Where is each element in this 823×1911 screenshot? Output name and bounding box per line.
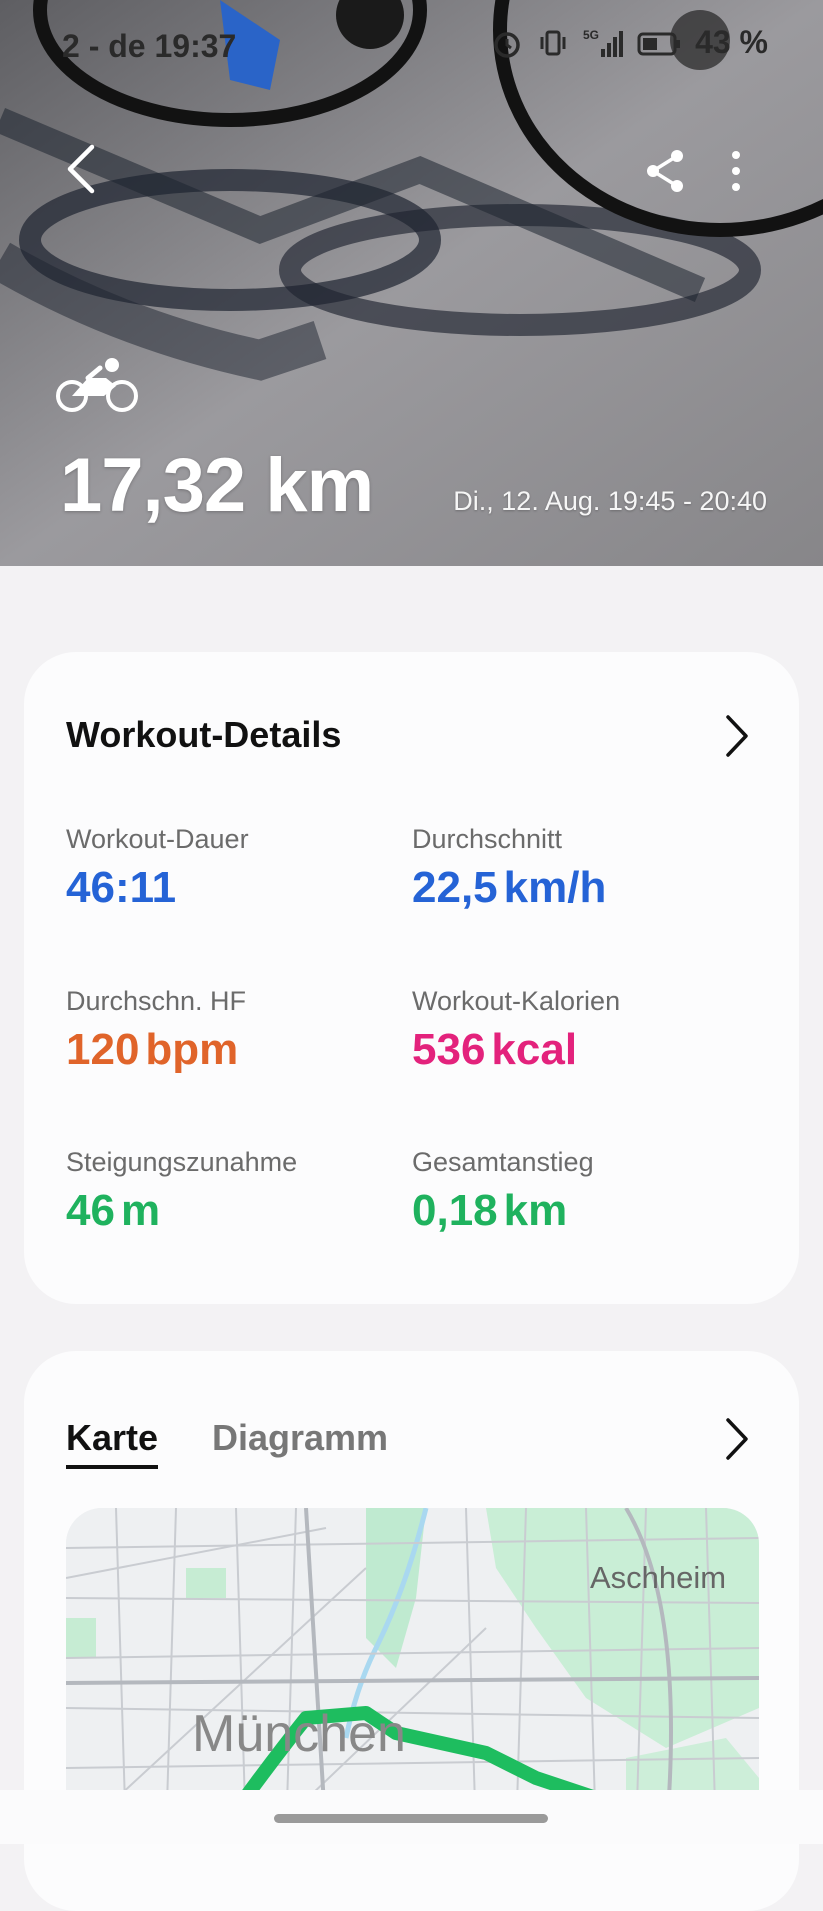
metric-number: 46:11	[66, 863, 177, 912]
map-label-aschheim: Aschheim	[590, 1560, 727, 1595]
chevron-right-icon[interactable]	[725, 1417, 749, 1461]
workout-details-title: Workout-Details	[66, 714, 342, 755]
metric-value: 46:11	[66, 863, 249, 913]
metric-unit: m	[120, 1186, 161, 1235]
cycling-icon	[56, 358, 138, 412]
metric-unit: km	[503, 1186, 568, 1235]
metric-number: 536	[412, 1025, 486, 1074]
metric-total-ascent: Gesamtanstieg 0,18 km	[412, 1147, 594, 1236]
metric-number: 22,5	[412, 863, 498, 912]
more-options-icon[interactable]	[726, 148, 746, 194]
svg-text:5G: 5G	[583, 28, 599, 42]
metric-label: Durchschnitt	[412, 824, 563, 854]
metric-unit: kcal	[491, 1025, 578, 1074]
metric-value: 22,5 km/h	[412, 863, 606, 913]
metric-calories: Workout-Kalorien 536 kcal	[412, 986, 620, 1075]
map-label-munich: München	[192, 1705, 406, 1763]
metric-value: 120 bpm	[66, 1025, 246, 1075]
metric-value: 46 m	[66, 1186, 297, 1236]
metric-duration: Workout-Dauer 46:11	[66, 824, 249, 913]
metric-heart-rate: Durchschn. HF 120 bpm	[66, 986, 246, 1075]
distance-value: 17,32 km	[60, 443, 374, 528]
hero-banner: 2 - de 19:37 5G 43 % 17,32 km Di., 12. A…	[0, 0, 823, 566]
metric-number: 0,18	[412, 1186, 498, 1235]
tab-chart[interactable]: Diagramm	[212, 1417, 388, 1459]
metric-number: 120	[66, 1025, 140, 1074]
battery-percent: 43 %	[695, 24, 768, 60]
map-tiles	[66, 1508, 759, 1838]
metric-average-speed: Durchschnitt 22,5 km/h	[412, 824, 606, 913]
share-icon[interactable]	[644, 148, 686, 194]
metric-label: Gesamtanstieg	[412, 1147, 594, 1177]
metric-label: Workout-Dauer	[66, 824, 249, 854]
metric-label: Durchschn. HF	[66, 986, 247, 1016]
metric-value: 0,18 km	[412, 1186, 594, 1236]
workout-datetime: Di., 12. Aug. 19:45 - 20:40	[453, 486, 767, 516]
metric-label: Workout-Kalorien	[412, 986, 621, 1016]
home-gesture-handle[interactable]	[274, 1814, 548, 1823]
status-bar: 2 - de 19:37 5G 43 %	[0, 0, 823, 90]
vibrate-icon	[540, 30, 566, 55]
metric-value: 536 kcal	[412, 1025, 620, 1075]
metric-elevation-gain: Steigungszunahme 46 m	[66, 1147, 297, 1236]
metric-unit: bpm	[145, 1025, 239, 1074]
workout-details-card[interactable]: Workout-Details Workout-Dauer 46:11 Durc…	[24, 652, 799, 1304]
signal-5g-icon: 5G	[583, 28, 624, 57]
route-map[interactable]: Aschheim München	[66, 1508, 759, 1838]
metric-number: 46	[66, 1186, 115, 1235]
battery-icon	[637, 32, 681, 55]
metric-unit: km/h	[503, 863, 607, 912]
alarm-icon	[494, 31, 520, 58]
status-time: 2 - de 19:37	[62, 28, 237, 64]
metric-label: Steigungszunahme	[66, 1147, 298, 1177]
tab-map[interactable]: Karte	[66, 1417, 159, 1469]
system-navigation-bar	[0, 1790, 823, 1844]
back-button[interactable]	[60, 143, 104, 195]
chevron-right-icon[interactable]	[725, 714, 749, 758]
